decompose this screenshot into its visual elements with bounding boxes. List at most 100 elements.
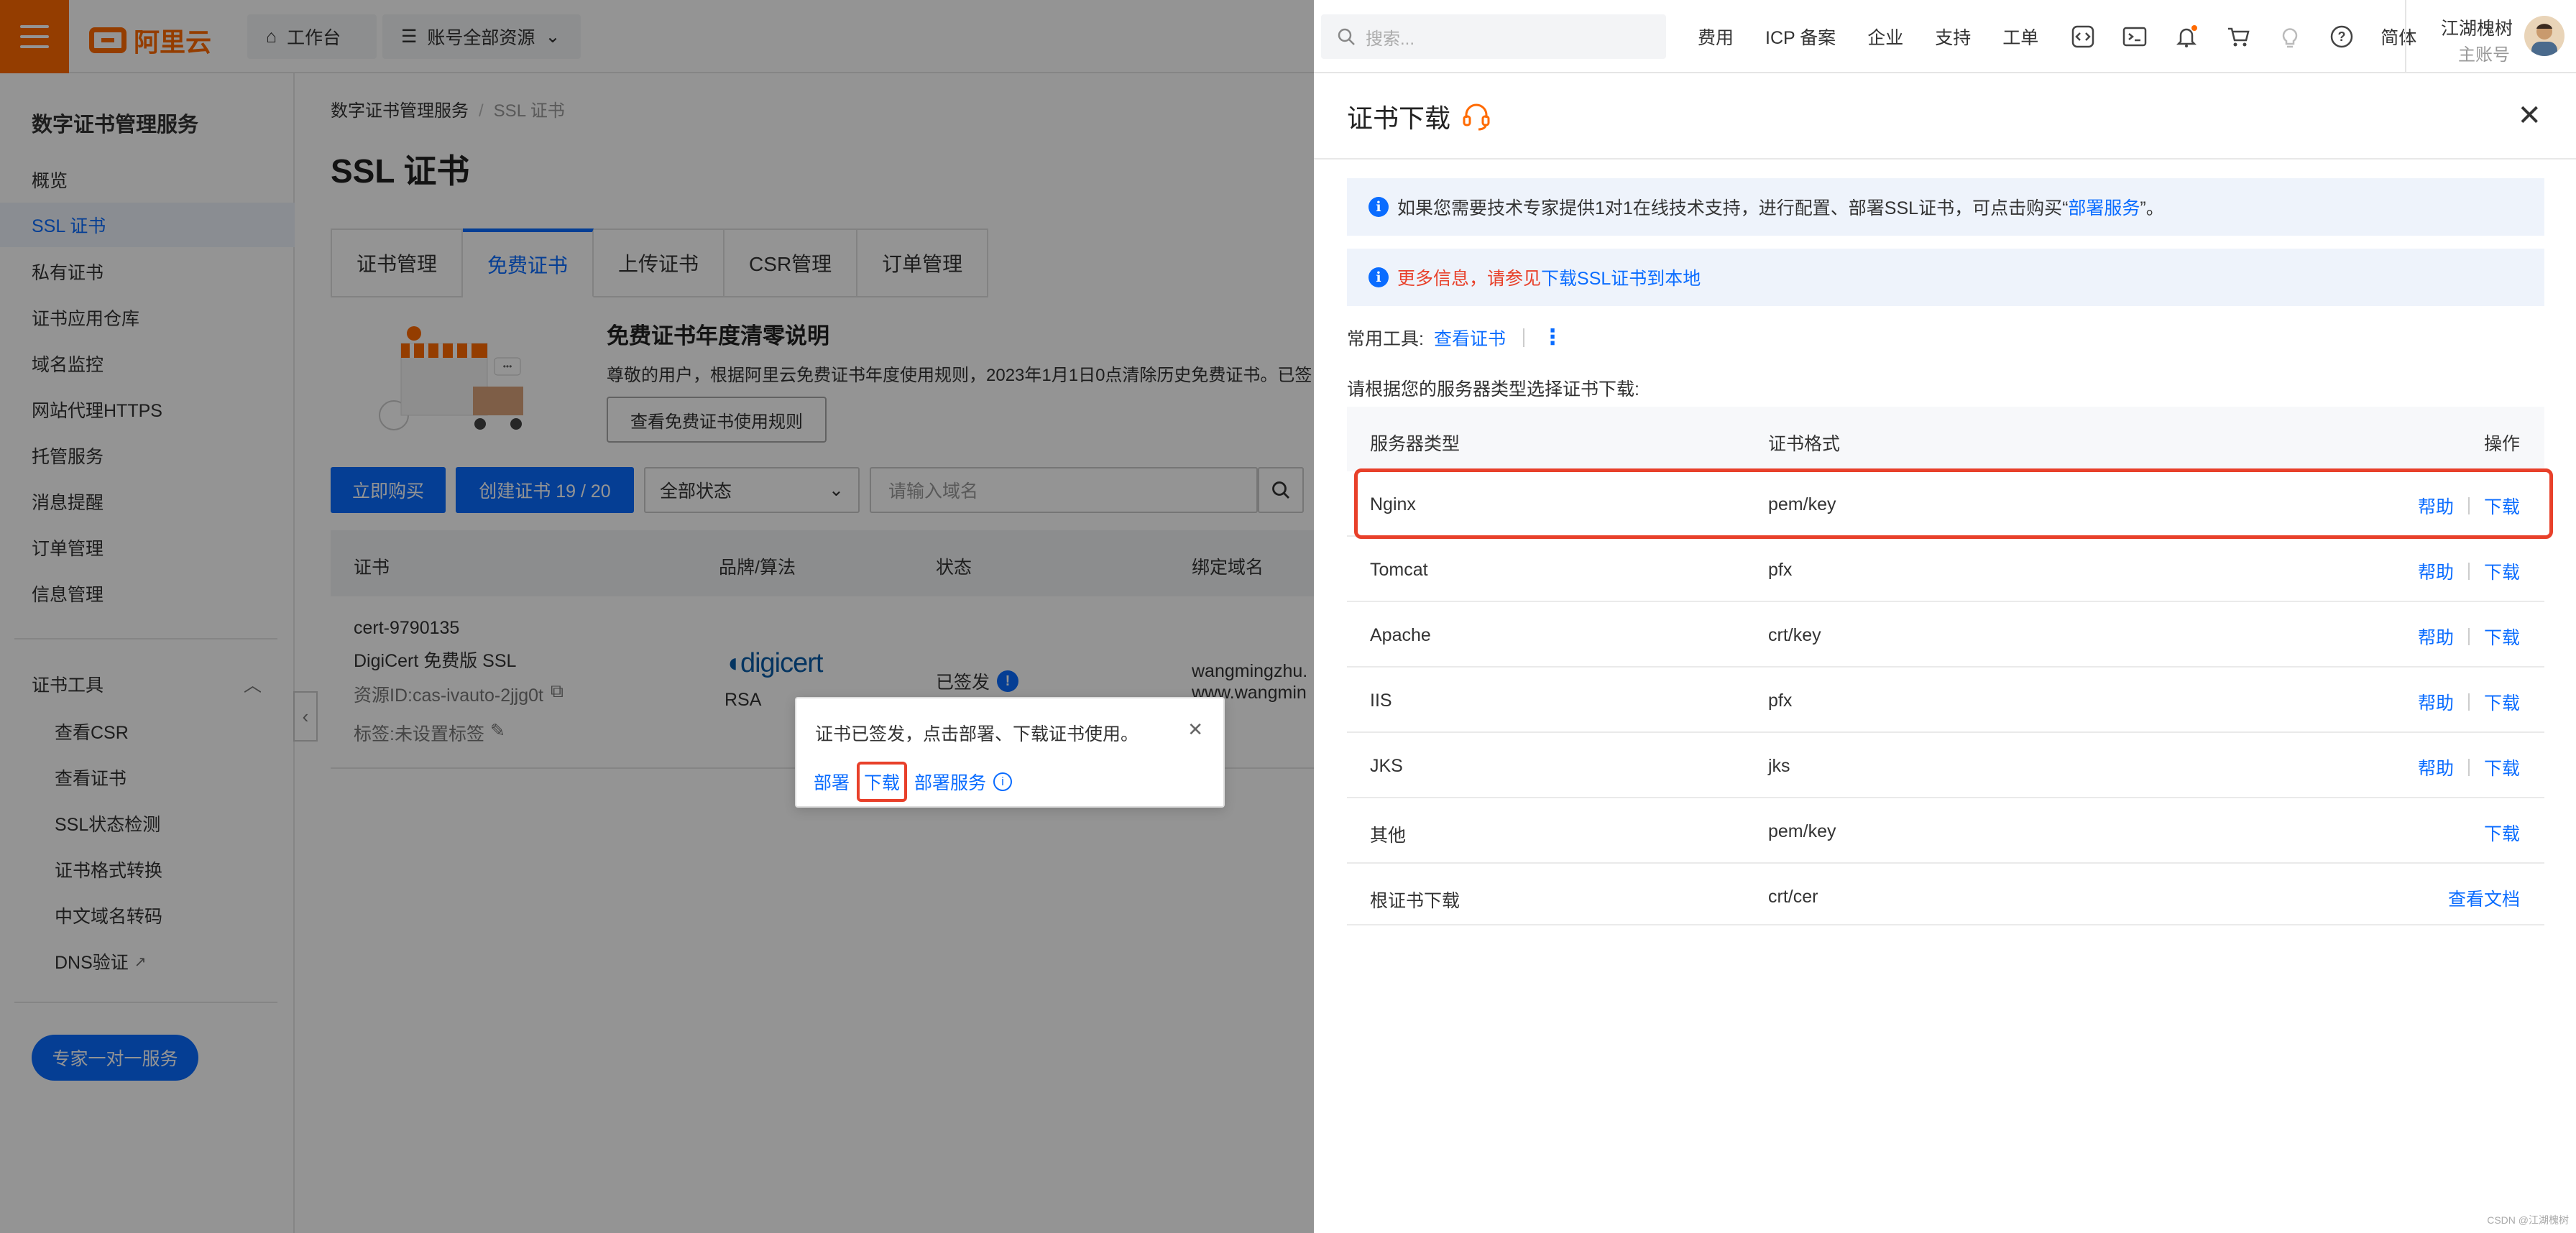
col-server-type: 服务器类型 bbox=[1370, 434, 1460, 454]
help-link[interactable]: 帮助 bbox=[2418, 754, 2454, 780]
help-link[interactable]: 帮助 bbox=[2418, 689, 2454, 715]
info-icon: i bbox=[1368, 197, 1389, 217]
deploy-link[interactable]: 部署 bbox=[814, 769, 850, 795]
server-name: 根证书下载 bbox=[1370, 891, 1460, 911]
download-link[interactable]: 下载 bbox=[2484, 754, 2520, 780]
download-ssl-doc-link[interactable]: 下载SSL证书到本地 bbox=[1541, 269, 1701, 289]
divider bbox=[2467, 759, 2470, 776]
server-type-hint: 请根据您的服务器类型选择证书下载: bbox=[1347, 379, 1639, 400]
search-icon bbox=[1338, 28, 1355, 45]
view-cert-link[interactable]: 查看证书 bbox=[1434, 325, 1506, 351]
row-actions: 帮助 下载 bbox=[2418, 689, 2520, 715]
table-row-root-cert: 根证书下载 crt/cer 查看文档 bbox=[1347, 864, 2544, 925]
table-row-iis: IIS pfx 帮助 下载 bbox=[1347, 668, 2544, 733]
table-row-nginx: Nginx pem/key 帮助 下载 bbox=[1347, 468, 2553, 539]
drawer-title-text: 证书下载 bbox=[1347, 103, 1451, 133]
nav-fee[interactable]: 费用 bbox=[1698, 24, 1734, 50]
download-link[interactable]: 下载 bbox=[857, 762, 908, 802]
tools-label: 常用工具: bbox=[1347, 329, 1424, 349]
drawer-title: 证书下载 bbox=[1347, 98, 1492, 135]
watermark-credit: CSDN @江湖槐树 bbox=[2487, 1214, 2569, 1226]
user-menu[interactable]: 江湖槐树 主账号 bbox=[2405, 0, 2576, 73]
download-drawer: 证书下载 ✕ i 如果您需要技术专家提供1对1在线技术支持，进行配置、部署SSL… bbox=[1314, 73, 2576, 1233]
table-row-apache: Apache crt/key 帮助 下载 bbox=[1347, 602, 2544, 668]
download-table: 服务器类型 证书格式 操作 Nginx pem/key 帮助 下载 Tomcat … bbox=[1347, 407, 2553, 925]
divider bbox=[2467, 628, 2470, 645]
server-name: Apache bbox=[1370, 625, 1431, 645]
divider bbox=[2467, 497, 2470, 514]
alert-more-text: 更多信息，请参见下载SSL证书到本地 bbox=[1397, 264, 1701, 290]
server-name: IIS bbox=[1370, 691, 1392, 711]
download-link[interactable]: 下载 bbox=[2484, 558, 2520, 584]
search-input[interactable]: 搜索... bbox=[1321, 14, 1666, 59]
nav-ticket[interactable]: 工单 bbox=[2002, 24, 2038, 50]
server-name: 其他 bbox=[1370, 826, 1407, 846]
common-tools: 常用工具: 查看证书 ⋮ bbox=[1347, 325, 1563, 351]
row-actions: 帮助 下载 bbox=[2418, 754, 2520, 780]
divider bbox=[2467, 563, 2470, 580]
close-icon[interactable]: ✕ bbox=[2517, 99, 2542, 132]
avatar bbox=[2524, 16, 2564, 56]
divider bbox=[1522, 328, 1524, 347]
more-vertical-icon[interactable]: ⋮ bbox=[1542, 327, 1563, 348]
search-placeholder: 搜索... bbox=[1366, 29, 1415, 49]
nav-enterprise[interactable]: 企业 bbox=[1867, 24, 1903, 50]
help-link[interactable]: 帮助 bbox=[2418, 624, 2454, 650]
close-icon[interactable]: ✕ bbox=[1187, 719, 1203, 741]
nav-icp[interactable]: ICP 备案 bbox=[1765, 24, 1836, 50]
table-row-other: 其他 pem/key 下载 bbox=[1347, 798, 2544, 864]
table-row-jks: JKS jks 帮助 下载 bbox=[1347, 733, 2544, 798]
user-name: 江湖槐树 bbox=[2441, 19, 2513, 39]
row-actions: 查看文档 bbox=[2448, 885, 2520, 911]
svg-text:?: ? bbox=[2338, 29, 2346, 44]
server-name: JKS bbox=[1370, 756, 1403, 776]
nav-support[interactable]: 支持 bbox=[1935, 24, 1971, 50]
alert1-pre: 如果您需要技术专家提供1对1在线技术支持，进行配置、部署SSL证书，可点击购买“ bbox=[1397, 198, 2069, 218]
download-link[interactable]: 下载 bbox=[2484, 493, 2520, 519]
headset-icon[interactable] bbox=[1460, 101, 1492, 132]
modal-mask[interactable] bbox=[0, 0, 1314, 1233]
download-link[interactable]: 下载 bbox=[2484, 689, 2520, 715]
cert-format: pfx bbox=[1768, 691, 1793, 711]
alert2-pre: 更多信息，请参见 bbox=[1397, 269, 1542, 289]
download-table-header: 服务器类型 证书格式 操作 bbox=[1347, 407, 2544, 471]
terminal-icon[interactable] bbox=[2122, 24, 2148, 50]
download-link[interactable]: 下载 bbox=[2484, 624, 2520, 650]
user-role: 主账号 bbox=[2458, 45, 2510, 65]
help-icon[interactable]: ? bbox=[2329, 24, 2355, 50]
alert-expert-text: 如果您需要技术专家提供1对1在线技术支持，进行配置、部署SSL证书，可点击购买“… bbox=[1397, 194, 2164, 220]
info-circle-icon[interactable]: i bbox=[993, 772, 1013, 791]
top-nav: 费用 ICP 备案 企业 支持 工单 ? 简体 bbox=[1698, 0, 2416, 73]
highlight-box bbox=[1354, 468, 2553, 539]
cert-format: pem/key bbox=[1768, 821, 1836, 841]
server-name: Tomcat bbox=[1370, 560, 1428, 580]
cert-format: crt/cer bbox=[1768, 887, 1818, 907]
row-actions: 下载 bbox=[2484, 820, 2520, 846]
alert1-post: ”。 bbox=[2140, 198, 2164, 218]
help-link[interactable]: 帮助 bbox=[2418, 558, 2454, 584]
alert-more-info: i 更多信息，请参见下载SSL证书到本地 bbox=[1347, 249, 2544, 306]
view-docs-link[interactable]: 查看文档 bbox=[2448, 885, 2520, 911]
alert-expert: i 如果您需要技术专家提供1对1在线技术支持，进行配置、部署SSL证书，可点击购… bbox=[1347, 178, 2544, 236]
popover-actions: 部署 下载 部署服务 i bbox=[814, 762, 1013, 802]
download-link[interactable]: 下载 bbox=[2484, 820, 2520, 846]
code-icon[interactable] bbox=[2070, 24, 2096, 50]
lightbulb-icon[interactable] bbox=[2277, 24, 2303, 50]
bell-icon[interactable] bbox=[2174, 24, 2199, 50]
cert-format: jks bbox=[1768, 756, 1790, 776]
drawer-header: 证书下载 ✕ bbox=[1314, 73, 2576, 160]
status-popover: 证书已签发，点击部署、下载证书使用。 ✕ 部署 下载 部署服务 i bbox=[795, 697, 1225, 808]
help-link[interactable]: 帮助 bbox=[2418, 493, 2454, 519]
deploy-service-link[interactable]: 部署服务 bbox=[2068, 198, 2140, 218]
cert-format: crt/key bbox=[1768, 625, 1821, 645]
row-actions: 帮助 下载 bbox=[2418, 493, 2520, 519]
cert-format: pem/key bbox=[1768, 494, 1836, 514]
deploy-service-link[interactable]: 部署服务 bbox=[914, 769, 986, 795]
table-row-tomcat: Tomcat pfx 帮助 下载 bbox=[1347, 537, 2544, 602]
col-cert-format: 证书格式 bbox=[1768, 434, 1841, 454]
info-icon: i bbox=[1368, 267, 1389, 287]
divider bbox=[2467, 693, 2470, 711]
col-action: 操作 bbox=[2483, 434, 2520, 454]
popover-message: 证书已签发，点击部署、下载证书使用。 bbox=[815, 724, 1139, 744]
cart-icon[interactable] bbox=[2225, 24, 2251, 50]
